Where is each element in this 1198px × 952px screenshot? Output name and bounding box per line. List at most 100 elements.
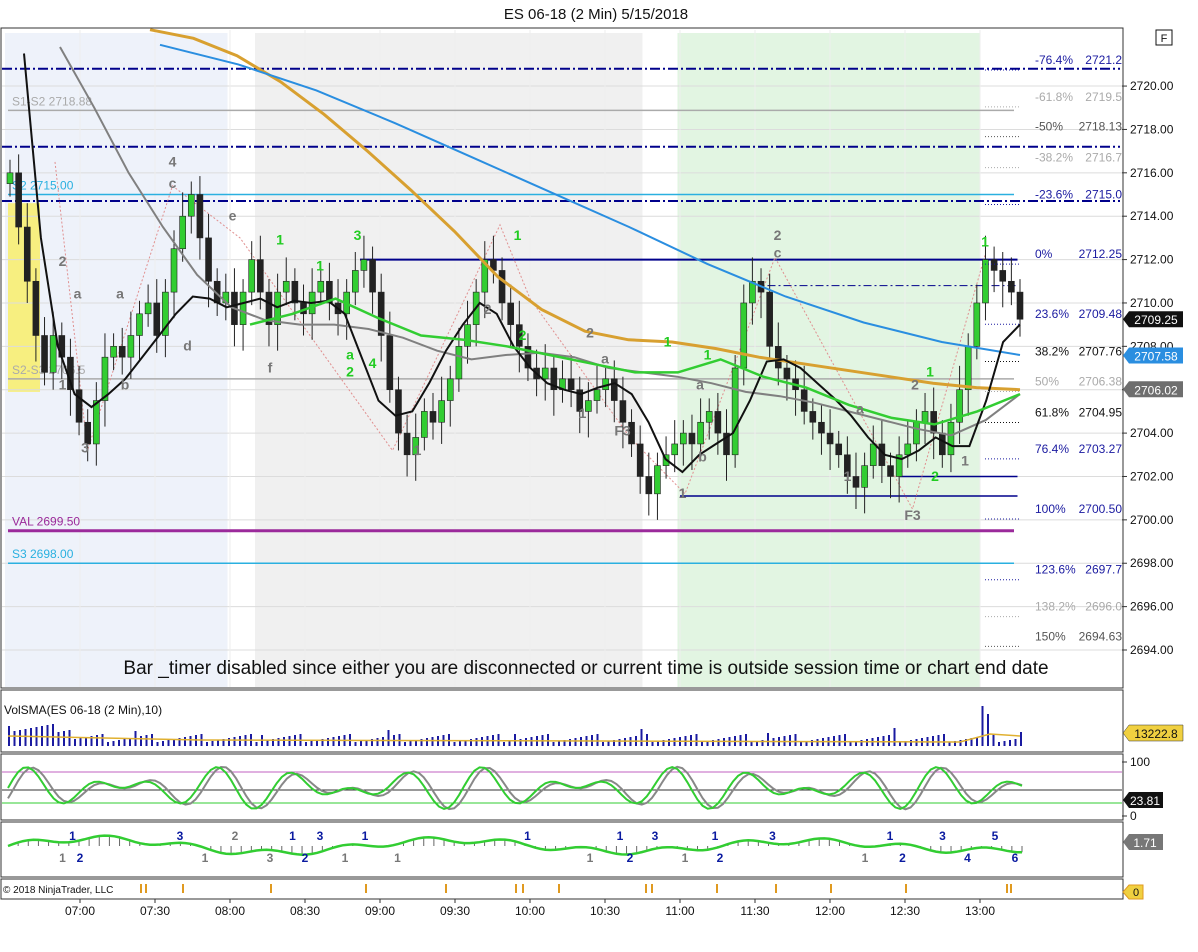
candle <box>913 421 920 445</box>
candle <box>619 400 627 423</box>
event-marker <box>365 884 367 893</box>
volume-bar <box>382 737 384 746</box>
candle <box>861 465 868 488</box>
candle <box>446 378 454 401</box>
event-marker <box>522 884 524 893</box>
candle <box>127 335 135 358</box>
x-tick-label: 08:30 <box>290 904 320 918</box>
fib-percent: 100% <box>1035 502 1066 516</box>
candle <box>610 378 618 401</box>
volume-bar <box>184 737 186 746</box>
wave-label: 1 <box>59 377 67 393</box>
x-tick-label: 12:30 <box>890 904 920 918</box>
volume-bar <box>651 742 654 746</box>
fib-percent: 76.4% <box>1035 442 1069 456</box>
x-tick-label: 10:30 <box>590 904 620 918</box>
volume-bar <box>332 737 335 746</box>
wave-label: 2 <box>586 325 594 341</box>
fib-percent: 150% <box>1035 629 1066 643</box>
wave-label: 2 <box>931 468 939 484</box>
volume-bar <box>101 734 104 746</box>
event-marker <box>182 884 184 893</box>
volume-bar <box>376 738 379 746</box>
event-marker <box>515 884 517 893</box>
volume-panel-title: VolSMA(ES 06-18 (2 Min),10) <box>4 703 162 717</box>
wave-label: a <box>601 351 609 367</box>
volume-badge-label: 13222.8 <box>1134 727 1178 741</box>
event-marker <box>558 884 560 893</box>
fib-value: 2719.5 <box>1085 90 1122 104</box>
wave-osc-label: 2 <box>232 829 239 843</box>
candle <box>507 302 514 325</box>
event-marker <box>905 884 907 893</box>
fib-value: 2716.7 <box>1085 151 1122 165</box>
volume-bar <box>569 739 571 746</box>
y-tick-label: 2714.00 <box>1130 209 1174 223</box>
volume-bar <box>508 741 511 746</box>
volume-bar <box>910 740 912 746</box>
volume-bar <box>844 734 846 746</box>
candle <box>239 291 247 325</box>
x-tick-label: 07:30 <box>140 904 170 918</box>
x-tick-label: 08:00 <box>215 904 245 918</box>
candle <box>110 346 117 358</box>
price-badge-label: 2706.02 <box>1134 383 1178 397</box>
candle <box>187 194 195 217</box>
fib-percent: -38.2% <box>1035 151 1073 165</box>
volume-bar <box>123 739 126 746</box>
event-marker <box>1010 884 1012 893</box>
y-tick-label: 2720.00 <box>1130 79 1174 93</box>
candle <box>887 465 894 477</box>
fib-value: 2697.7 <box>1085 563 1122 577</box>
fib-value: 2703.27 <box>1079 442 1123 456</box>
candle <box>740 302 748 369</box>
wave-osc-label: 3 <box>769 829 776 843</box>
volume-bar <box>239 736 241 746</box>
candle <box>248 259 256 293</box>
wave-osc-label: 2 <box>717 851 724 865</box>
volume-bar <box>673 738 676 746</box>
fib-percent: -50% <box>1035 120 1063 134</box>
candle <box>766 291 773 347</box>
fib-percent: 123.6% <box>1035 563 1076 577</box>
fib-value: 2704.95 <box>1079 405 1123 419</box>
candle <box>144 302 152 315</box>
candle <box>23 226 31 282</box>
candle <box>317 280 325 293</box>
y-tick-label: 2704.00 <box>1130 426 1174 440</box>
candle <box>939 432 946 456</box>
candle <box>636 443 644 477</box>
volume-bar <box>503 742 505 746</box>
volume-bar <box>514 734 516 746</box>
volume-bar <box>1014 739 1017 746</box>
wave-osc-label: 2 <box>899 851 906 865</box>
wave-osc-label: 1 <box>682 851 689 865</box>
wave-label: a <box>116 286 124 302</box>
x-tick-label: 11:00 <box>665 904 694 918</box>
volume-bar <box>431 737 434 746</box>
event-marker <box>651 884 653 893</box>
volume-bar <box>24 729 27 746</box>
x-tick-label: 11:30 <box>740 904 769 918</box>
volume-bar <box>63 731 65 746</box>
volume-bar <box>283 737 285 746</box>
wave-label: 1 <box>579 405 587 421</box>
y-tick-label: 2712.00 <box>1130 253 1174 267</box>
fib-percent: 0% <box>1035 247 1053 261</box>
candle <box>395 389 402 434</box>
volume-bar <box>233 737 236 746</box>
wave-osc-label: 2 <box>77 851 84 865</box>
footer-panel-frame <box>0 878 1124 900</box>
volume-bar <box>800 742 802 746</box>
candle <box>990 259 998 271</box>
footer-badge-label: 0 <box>1133 887 1139 899</box>
candle <box>930 411 937 434</box>
candle <box>835 443 843 456</box>
wave-label: e <box>229 208 237 224</box>
wave-label: 2 <box>346 364 354 380</box>
candle <box>973 302 981 347</box>
volume-bar <box>943 734 945 746</box>
y-tick-label: 2696.00 <box>1130 600 1174 614</box>
fib-percent: -61.8% <box>1035 90 1073 104</box>
volume-bar <box>189 736 192 746</box>
